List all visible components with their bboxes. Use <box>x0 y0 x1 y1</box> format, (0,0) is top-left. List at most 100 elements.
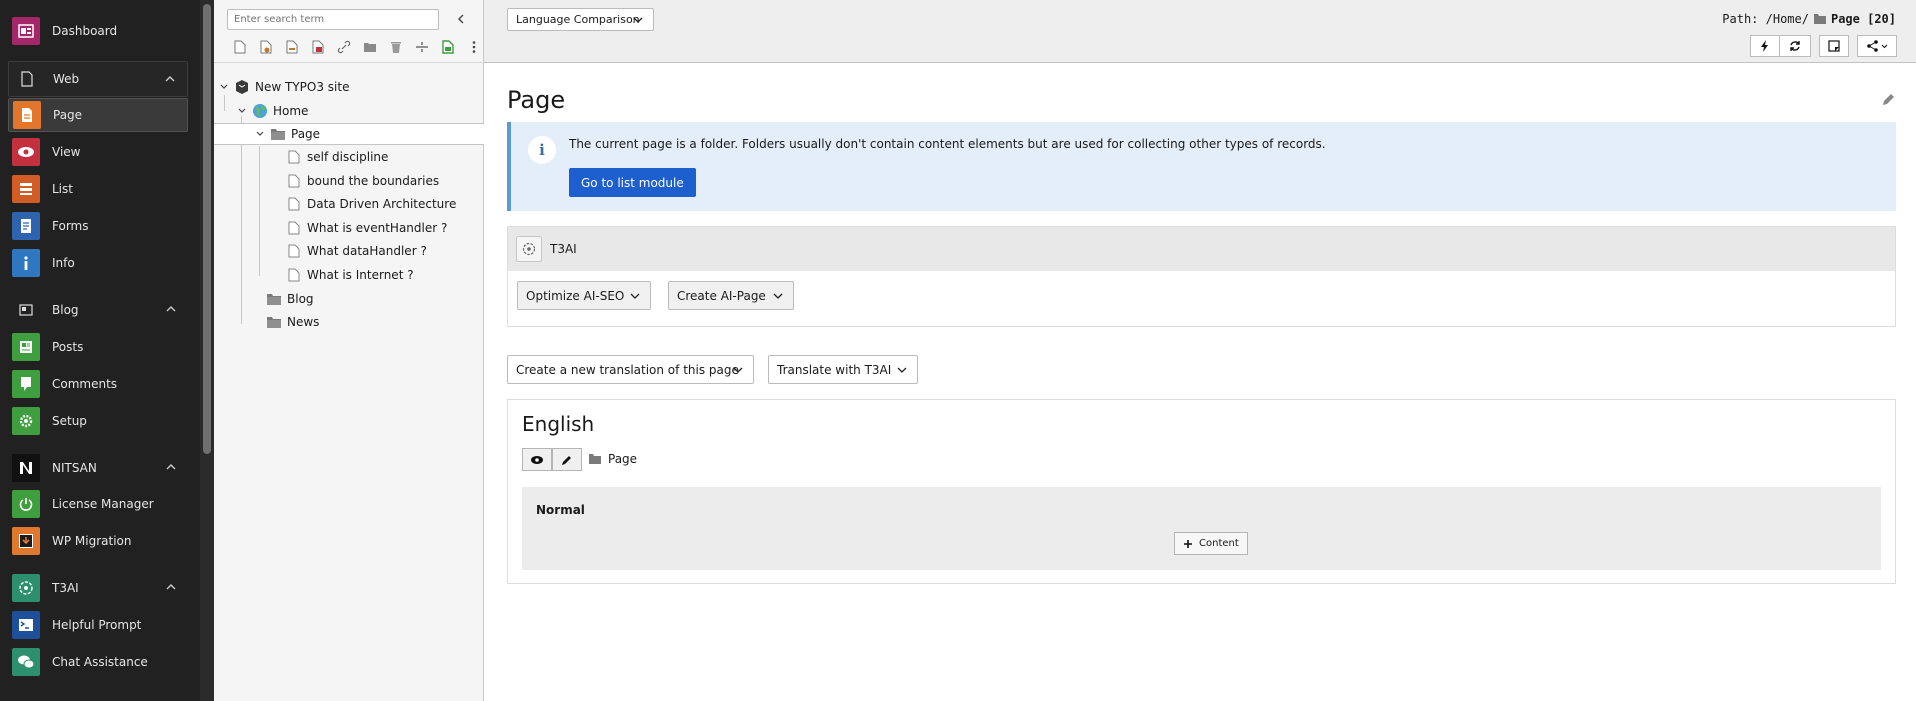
create-ai-page-select[interactable]: Create AI-Page <box>668 281 794 310</box>
module-posts[interactable]: Posts <box>8 330 188 364</box>
tree-toolbar-separator <box>214 62 484 63</box>
setup-icon <box>12 407 40 435</box>
page-icon <box>286 243 302 259</box>
divider-icon[interactable] <box>409 38 435 56</box>
pencil-icon[interactable] <box>1880 92 1896 108</box>
module-dashboard[interactable]: Dashboard <box>8 14 188 48</box>
new-page-green-icon[interactable] <box>435 38 461 56</box>
select-value: Create a new translation of this page <box>516 362 739 377</box>
t3ai-panel-header: T3AI <box>508 227 1895 271</box>
dashboard-icon <box>12 17 40 45</box>
new-page-icon[interactable] <box>227 38 253 56</box>
eye-icon <box>12 138 40 166</box>
module-page[interactable]: Page <box>8 98 188 132</box>
chevron-down-icon <box>630 293 640 299</box>
info-icon: i <box>528 136 556 164</box>
folder-icon <box>270 126 286 142</box>
tree-node-root[interactable]: New TYPO3 site <box>218 76 349 98</box>
blog-icon <box>12 296 40 324</box>
module-group-nitsan[interactable]: NITSAN <box>8 450 188 486</box>
tree-node-label: bound the boundaries <box>307 174 440 188</box>
typo3-site-icon <box>234 79 250 95</box>
group-label: NITSAN <box>52 461 97 475</box>
tree-node-label: New TYPO3 site <box>255 80 350 94</box>
view-button[interactable] <box>522 448 552 471</box>
optimize-ai-seo-select[interactable]: Optimize AI-SEO <box>517 281 651 310</box>
new-page-mountpoint-icon[interactable] <box>279 38 305 56</box>
chevron-left-icon[interactable] <box>454 12 468 26</box>
tree-node-child[interactable]: What is Internet ? <box>286 264 414 286</box>
reload-button[interactable] <box>1779 35 1811 57</box>
lightning-icon <box>1761 40 1768 52</box>
scrollbar-thumb[interactable] <box>203 4 211 454</box>
module-group-web[interactable]: Web <box>8 61 188 97</box>
tree-node-news[interactable]: News <box>266 311 319 333</box>
go-to-list-module-button[interactable]: Go to list module <box>569 168 696 197</box>
flash-clear-cache-button[interactable] <box>1750 35 1780 57</box>
module-menu-scrollbar[interactable] <box>200 0 214 701</box>
tree-node-label: What is eventHandler ? <box>307 221 448 235</box>
bookmark-button[interactable] <box>1819 35 1849 57</box>
translate-with-t3ai-select[interactable]: Translate with T3AI <box>768 355 918 384</box>
page-icon <box>286 149 302 165</box>
tree-node-home[interactable]: Home <box>236 100 308 122</box>
page-ref-label: Page <box>608 452 638 466</box>
edit-button[interactable] <box>552 448 582 471</box>
module-view[interactable]: View <box>8 135 188 169</box>
module-group-blog[interactable]: Blog <box>8 292 188 328</box>
breadcrumb: Path: /Home/ Page [20] <box>1722 12 1896 26</box>
tree-search-input[interactable] <box>227 9 439 30</box>
chevron-up-icon <box>166 464 176 470</box>
tree-node-child[interactable]: self discipline <box>286 146 388 168</box>
folder-icon[interactable] <box>357 38 383 56</box>
share-button[interactable] <box>1857 35 1897 57</box>
tree-node-blog[interactable]: Blog <box>266 288 314 310</box>
download-icon <box>12 527 40 555</box>
language-title: English <box>522 412 595 436</box>
tree-node-label: Blog <box>287 292 314 306</box>
tree-node-child[interactable]: What dataHandler ? <box>286 240 427 262</box>
column-name: Normal <box>536 503 585 517</box>
new-page-restricted-icon[interactable] <box>305 38 331 56</box>
tree-node-child[interactable]: bound the boundaries <box>286 170 439 192</box>
share-icon <box>1867 40 1888 52</box>
link-icon[interactable] <box>331 38 357 56</box>
page-icon <box>286 173 302 189</box>
chevron-up-icon <box>166 584 176 590</box>
tree-node-page[interactable]: Page <box>214 123 484 145</box>
language-comparison-select[interactable]: Language Comparison <box>507 8 654 31</box>
chevron-down-icon <box>773 293 783 299</box>
path-page: Page [20] <box>1830 12 1896 26</box>
page-reference: Page <box>588 452 637 466</box>
info-callout: i The current page is a folder. Folders … <box>507 122 1896 211</box>
web-page-icon <box>13 65 41 93</box>
terminal-icon <box>12 611 40 639</box>
chevron-down-icon[interactable] <box>236 105 248 117</box>
path-label: Path: /Home/ <box>1722 12 1809 26</box>
module-group-t3ai[interactable]: T3AI <box>8 570 188 606</box>
plus-icon <box>1184 539 1192 548</box>
module-license-manager[interactable]: License Manager <box>8 487 188 521</box>
globe-icon <box>252 103 268 119</box>
chevron-down-icon[interactable] <box>218 81 230 93</box>
module-wp-migration[interactable]: WP Migration <box>8 524 188 558</box>
t3ai-panel: T3AI Optimize AI-SEO Create AI-Page <box>507 226 1896 327</box>
module-helpful-prompt[interactable]: Helpful Prompt <box>8 608 188 642</box>
trash-icon[interactable] <box>383 38 409 56</box>
module-forms[interactable]: Forms <box>8 209 188 243</box>
new-page-shortcut-icon[interactable] <box>253 38 279 56</box>
eye-icon <box>531 455 543 464</box>
chevron-down-icon[interactable] <box>254 128 266 140</box>
module-comments[interactable]: Comments <box>8 367 188 401</box>
module-label: Forms <box>52 219 89 233</box>
tree-node-label: News <box>287 315 320 329</box>
tree-node-child[interactable]: What is eventHandler ? <box>286 217 447 239</box>
module-info[interactable]: Info <box>8 246 188 280</box>
tree-node-child[interactable]: Data Driven Architecture <box>286 193 456 215</box>
module-setup[interactable]: Setup <box>8 404 188 438</box>
module-label: Page <box>53 108 83 122</box>
create-translation-select[interactable]: Create a new translation of this page <box>507 355 754 384</box>
add-content-button[interactable]: Content <box>1174 532 1248 555</box>
module-chat-assistance[interactable]: Chat Assistance <box>8 645 188 679</box>
module-list[interactable]: List <box>8 172 188 206</box>
